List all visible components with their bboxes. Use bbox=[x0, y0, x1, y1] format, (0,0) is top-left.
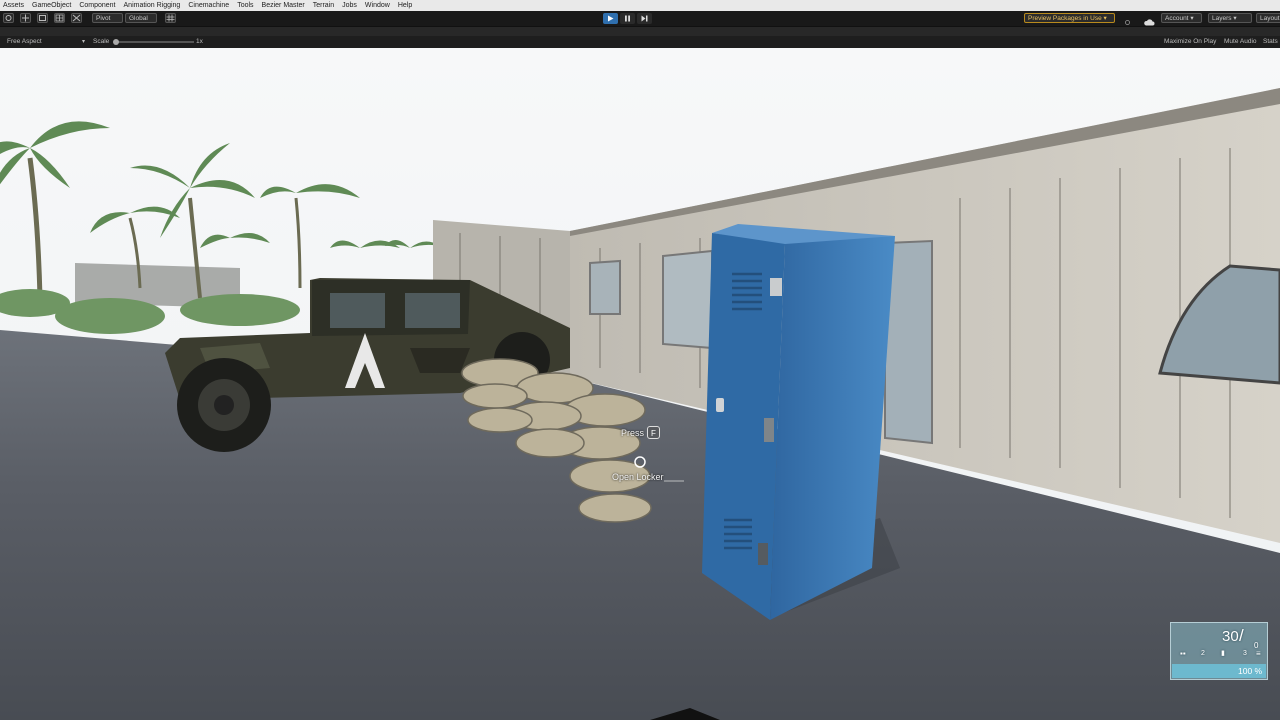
menu-gameobject[interactable]: GameObject bbox=[29, 0, 76, 11]
transform-tool-icon[interactable] bbox=[71, 13, 82, 23]
chevron-down-icon: ▾ bbox=[1190, 15, 1194, 22]
account-dropdown[interactable]: Account ▾ bbox=[1161, 13, 1202, 23]
menu-bar: Assets GameObject Component Animation Ri… bbox=[0, 0, 1280, 11]
menu-window[interactable]: Window bbox=[362, 0, 395, 11]
wall-window bbox=[662, 249, 713, 350]
global-toggle[interactable]: Global bbox=[125, 13, 157, 23]
layout-dropdown[interactable]: Layout bbox=[1256, 13, 1280, 23]
interact-key-badge: F bbox=[647, 426, 660, 439]
scale-tool-icon[interactable] bbox=[54, 13, 65, 23]
move-tool-icon[interactable] bbox=[20, 13, 31, 23]
pause-icon bbox=[625, 15, 630, 22]
aspect-label: Free Aspect bbox=[7, 38, 42, 45]
wall-window bbox=[589, 259, 621, 315]
interact-press-text: Press bbox=[621, 428, 645, 438]
play-icon bbox=[608, 15, 614, 22]
chevron-down-icon: ▾ bbox=[82, 39, 86, 45]
interact-key-label: F bbox=[651, 429, 656, 438]
menu-bezier-master[interactable]: Bezier Master bbox=[259, 0, 310, 11]
scale-slider-handle[interactable] bbox=[113, 39, 119, 45]
menu-cinemachine[interactable]: Cinemachine bbox=[185, 0, 234, 11]
menu-terrain[interactable]: Terrain bbox=[310, 0, 339, 11]
layout-label: Layout bbox=[1260, 15, 1280, 22]
maximize-on-play-toggle[interactable]: Maximize On Play bbox=[1164, 38, 1216, 46]
aspect-dropdown[interactable]: Free Aspect bbox=[7, 38, 42, 46]
menu-help[interactable]: Help bbox=[395, 0, 417, 11]
menu-assets[interactable]: Assets bbox=[0, 0, 29, 11]
scene-render bbox=[0, 48, 1280, 720]
cloud-icon[interactable] bbox=[1143, 14, 1155, 26]
menu-animation-rigging[interactable]: Animation Rigging bbox=[121, 0, 186, 11]
mute-audio-toggle[interactable]: Mute Audio bbox=[1224, 38, 1257, 46]
game-viewport[interactable]: Press F Open Locker bbox=[0, 48, 1280, 720]
main-toolbar: Pivot Global Preview Packages in Use ▾ A… bbox=[0, 11, 1280, 27]
global-label: Global bbox=[129, 15, 148, 22]
step-button[interactable] bbox=[637, 13, 652, 24]
rotate-tool-icon[interactable] bbox=[37, 13, 48, 23]
play-button[interactable] bbox=[603, 13, 618, 24]
pivot-label: Pivot bbox=[96, 15, 111, 22]
ammo-in-mag: 30 bbox=[1222, 628, 1239, 645]
grid-snap-icon[interactable] bbox=[165, 13, 176, 23]
scale-value: 1x bbox=[196, 38, 203, 45]
weapon-slot-b: 3 bbox=[1243, 650, 1247, 657]
game-tab-bar bbox=[0, 27, 1280, 36]
sun-icon[interactable] bbox=[1123, 14, 1132, 25]
ammo-divider-icon: / bbox=[1239, 626, 1244, 645]
menu-component[interactable]: Component bbox=[76, 0, 120, 11]
interact-action-text: Open Locker bbox=[612, 472, 664, 482]
pivot-toggle[interactable]: Pivot bbox=[92, 13, 123, 23]
chevron-down-icon: ▾ bbox=[1103, 15, 1107, 22]
account-label: Account bbox=[1165, 15, 1189, 22]
stats-toggle[interactable]: Stats bbox=[1263, 38, 1278, 46]
view-tool-icon[interactable] bbox=[3, 13, 14, 23]
grid-icon: ▪▪ bbox=[1180, 649, 1186, 658]
weapon-slot-a: 2 bbox=[1201, 650, 1205, 657]
layers-dropdown[interactable]: Layers ▾ bbox=[1208, 13, 1252, 23]
menu-tools[interactable]: Tools bbox=[234, 0, 258, 11]
scale-label: Scale bbox=[93, 38, 110, 45]
preview-packages-label: Preview Packages in Use bbox=[1028, 15, 1102, 22]
health-value: 100 % bbox=[1238, 666, 1263, 676]
layers-label: Layers bbox=[1212, 15, 1232, 22]
grenade-icon: ▮ bbox=[1221, 650, 1225, 657]
pause-button[interactable] bbox=[620, 13, 635, 24]
chevron-down-icon: ▾ bbox=[1233, 15, 1237, 22]
locker bbox=[702, 224, 895, 620]
step-icon bbox=[641, 15, 648, 22]
menu-jobs[interactable]: Jobs bbox=[339, 0, 362, 11]
menu-lines-icon: ≡ bbox=[1256, 649, 1261, 658]
scale-slider[interactable] bbox=[114, 41, 194, 43]
preview-packages-button[interactable]: Preview Packages in Use ▾ bbox=[1024, 13, 1115, 23]
